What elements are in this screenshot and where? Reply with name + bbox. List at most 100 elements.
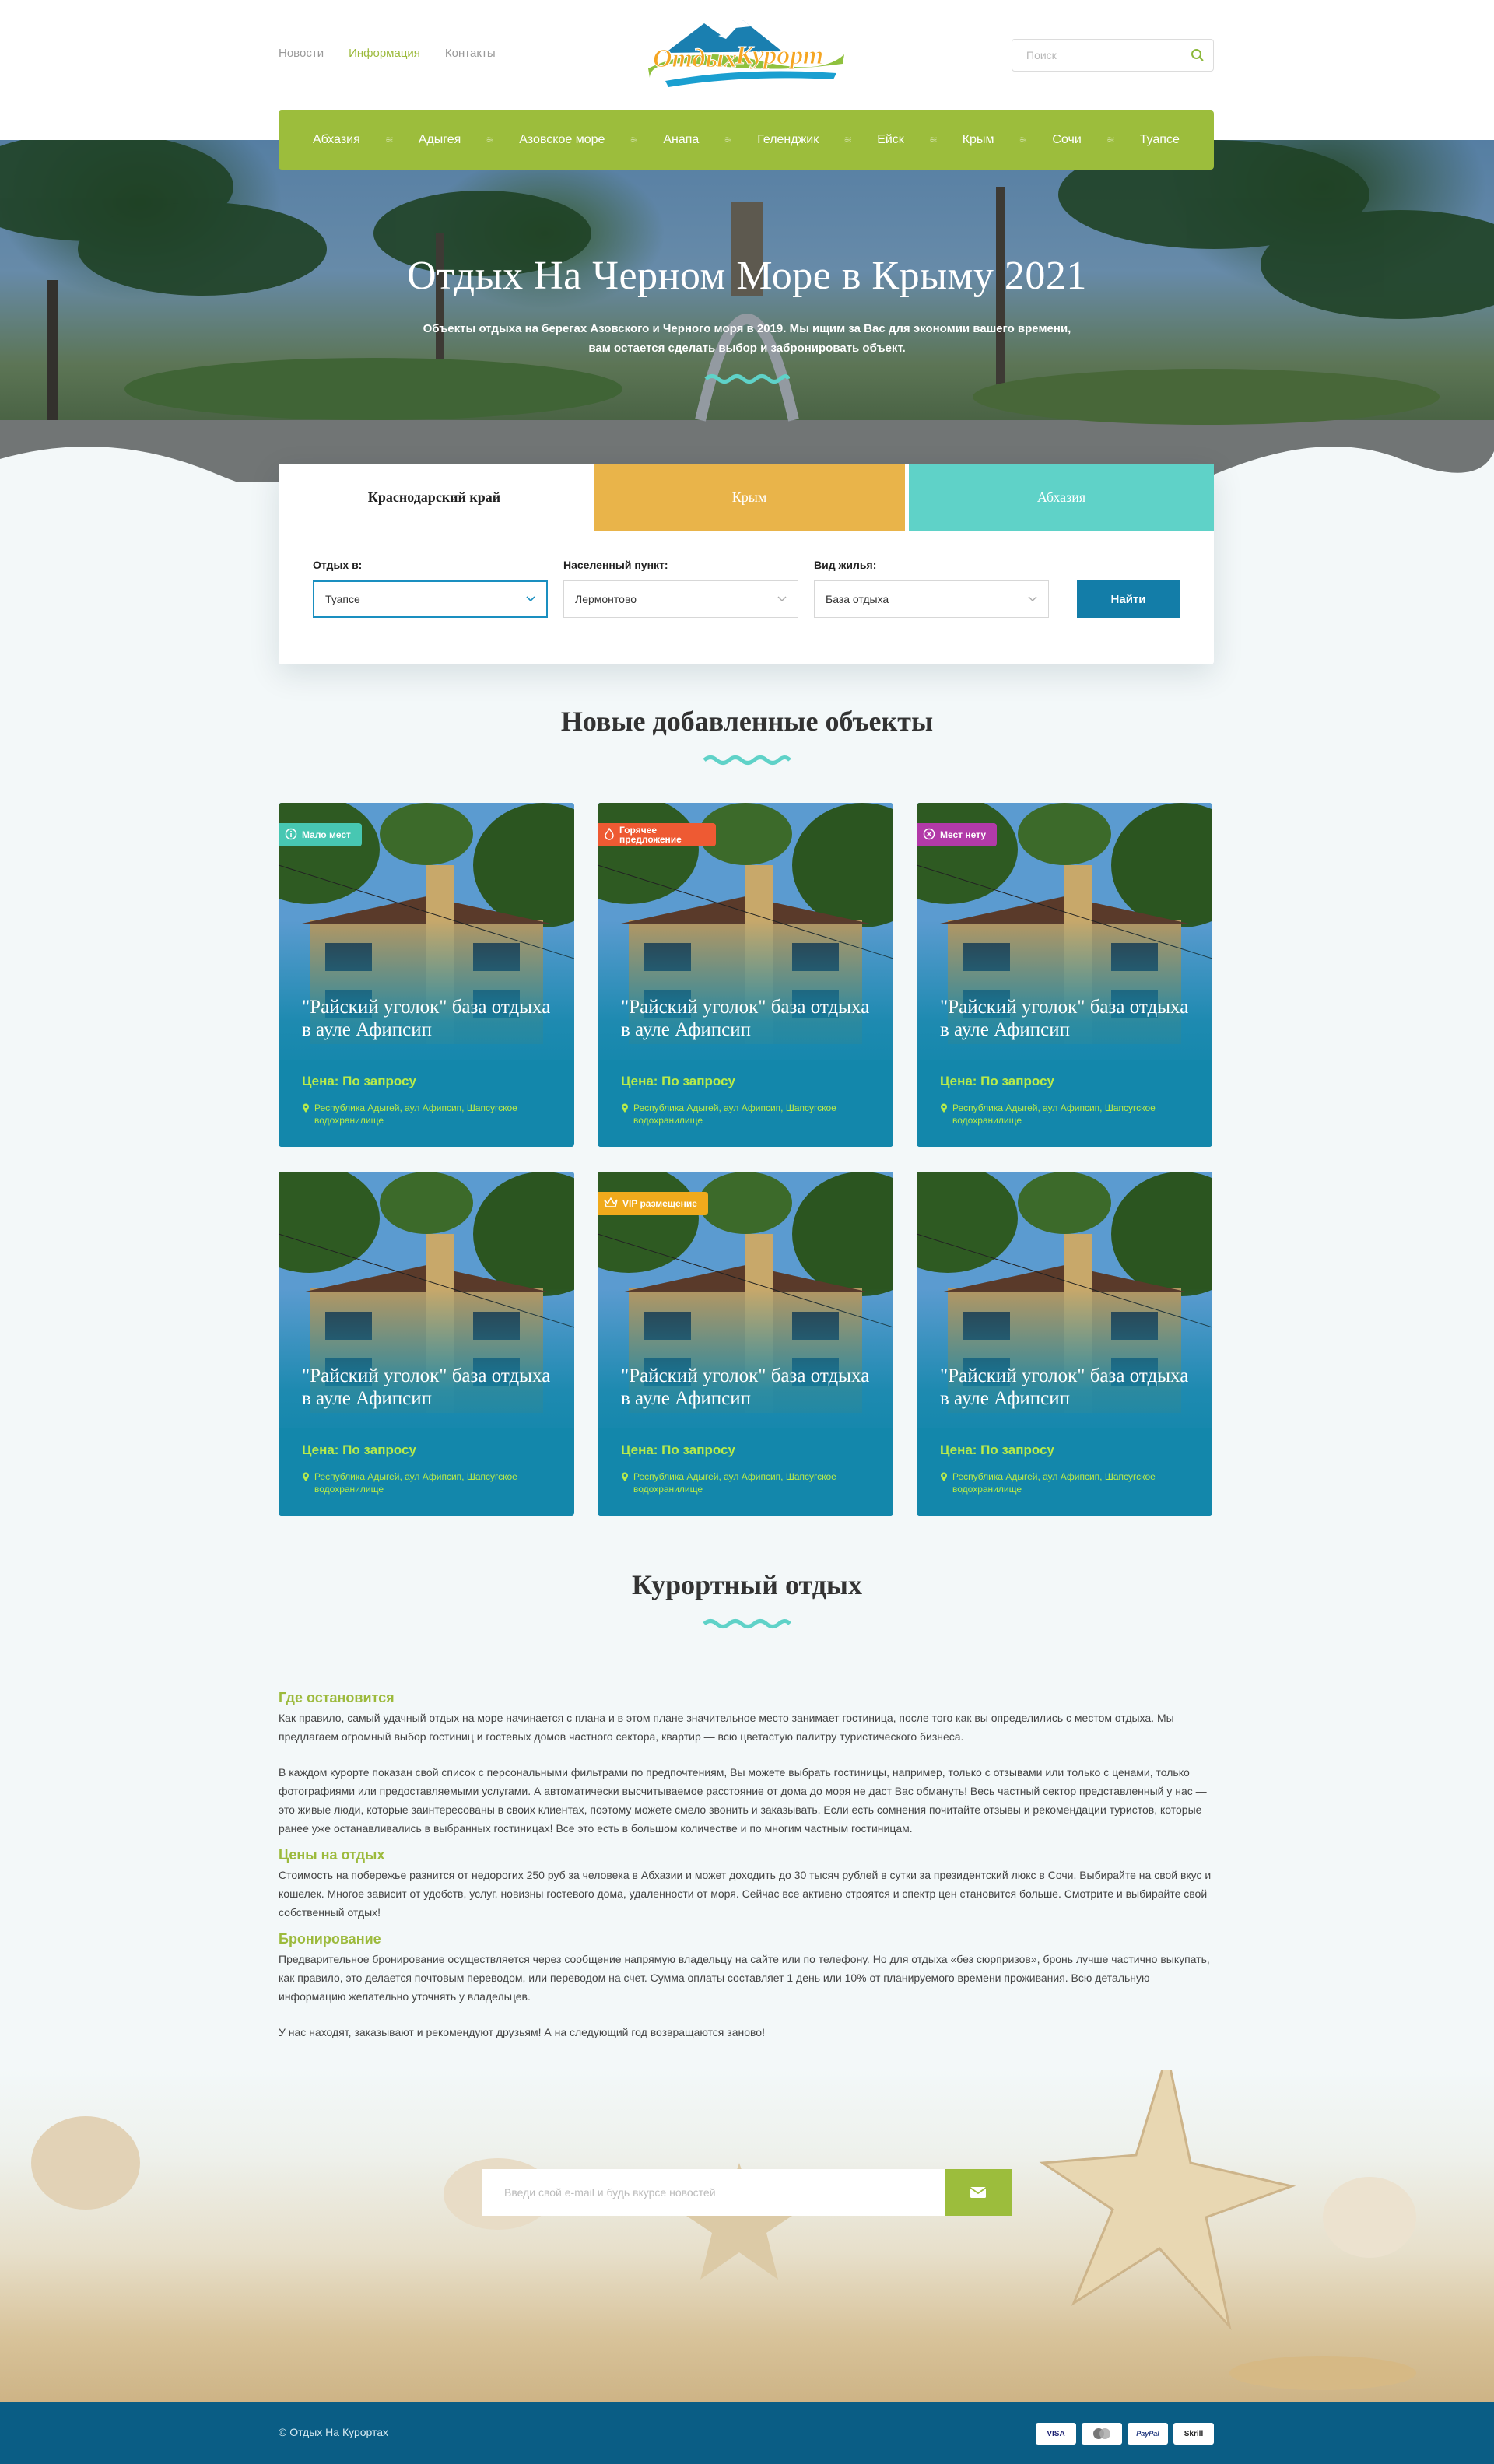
field-label: Вид жилья: — [814, 559, 877, 571]
subscribe-email-input[interactable] — [482, 2169, 945, 2216]
object-price: Цена: По запросу — [621, 1074, 735, 1088]
subscribe-form — [482, 2169, 1012, 2216]
search-form: Отдых в: Туапсе Населенный пункт: Лермон… — [279, 559, 1214, 618]
address-text: Республика Адыгей, аул Афипсип, Шапсугск… — [633, 1102, 836, 1126]
object-title[interactable]: "Райский уголок" база отдыха в ауле Афип… — [302, 996, 559, 1041]
object-title[interactable]: "Райский уголок" база отдыха в ауле Афип… — [940, 1365, 1197, 1410]
region-link[interactable]: Крым — [963, 133, 994, 147]
object-address: Республика Адыгей, аул Афипсип, Шапсугск… — [940, 1102, 1189, 1127]
object-price: Цена: По запросу — [302, 1074, 416, 1088]
wave-separator-icon: ≋ — [1106, 134, 1115, 145]
address-text: Республика Адыгей, аул Афипсип, Шапсугск… — [314, 1471, 517, 1495]
logo-graphic: Отдых Курорт — [648, 20, 844, 87]
field-label: Отдых в: — [313, 559, 363, 571]
region-link[interactable]: Сочи — [1052, 133, 1081, 147]
object-card[interactable]: Мест нету "Райский уголок" база отдыха в … — [917, 803, 1212, 1147]
object-card[interactable]: "Райский уголок" база отдыха в ауле Афип… — [917, 1172, 1212, 1516]
region-link[interactable]: Абхазия — [313, 133, 360, 147]
site-logo[interactable]: Отдых Курорт — [634, 14, 860, 100]
tab-crimea[interactable]: Крым — [594, 464, 905, 531]
section-heading: Где остановится — [279, 1690, 395, 1705]
wave-divider-icon — [703, 755, 791, 765]
paypal-icon: PayPal — [1128, 2423, 1168, 2445]
beach-background — [0, 2049, 1494, 2404]
chevron-down-icon — [1028, 596, 1037, 601]
tab-abkhazia[interactable]: Абхазия — [909, 464, 1214, 531]
region-link[interactable]: Ейск — [877, 133, 904, 147]
region-tabs: Краснодарский край Крым Абхазия — [279, 464, 1214, 531]
region-link[interactable]: Адыгея — [419, 133, 461, 147]
field-destination: Отдых в: Туапсе — [313, 559, 548, 618]
object-card[interactable]: Мало мест "Райский уголок" база отдыха в … — [279, 803, 574, 1147]
flame-icon — [604, 827, 615, 842]
field-locality: Населенный пункт: Лермонтово — [563, 559, 798, 618]
housing-select[interactable]: База отдыха — [814, 580, 1049, 618]
tab-krasnodar[interactable]: Краснодарский край — [279, 464, 590, 531]
search-panel: Краснодарский край Крым Абхазия Отдых в:… — [279, 464, 1214, 664]
address-text: Республика Адыгей, аул Афипсип, Шапсугск… — [314, 1102, 517, 1126]
object-card[interactable]: "Райский уголок" база отдыха в ауле Афип… — [279, 1172, 574, 1516]
visa-icon: VISA — [1036, 2423, 1076, 2445]
select-value: Лермонтово — [575, 593, 637, 605]
object-title[interactable]: "Райский уголок" база отдыха в ауле Афип… — [940, 996, 1197, 1041]
paragraph: В каждом курорте показан свой список с п… — [279, 1766, 1207, 1835]
subscribe-button[interactable] — [945, 2169, 1012, 2216]
status-badge: VIP размещение — [598, 1192, 708, 1215]
location-pin-icon — [622, 1472, 628, 1481]
object-address: Республика Адыгей, аул Афипсип, Шапсугск… — [621, 1470, 870, 1495]
top-nav: Новости Информация Контакты — [279, 47, 496, 60]
svg-text:Отдых: Отдых — [653, 44, 737, 73]
paragraph: Стоимость на побережье разнится от недор… — [279, 1869, 1212, 1919]
object-price: Цена: По запросу — [621, 1442, 735, 1457]
object-address: Республика Адыгей, аул Афипсип, Шапсугск… — [302, 1102, 551, 1127]
object-title[interactable]: "Райский уголок" база отдыха в ауле Афип… — [621, 1365, 878, 1410]
status-badge: Горячее предложение — [598, 823, 716, 846]
address-text: Республика Адыгей, аул Афипсип, Шапсугск… — [633, 1471, 836, 1495]
badge-label: Горячее предложение — [619, 825, 682, 845]
envelope-icon — [970, 2187, 987, 2198]
search-icon[interactable] — [1182, 40, 1213, 71]
nav-news[interactable]: Новости — [279, 47, 324, 60]
region-link[interactable]: Анапа — [663, 133, 699, 147]
crown-icon — [604, 1197, 618, 1210]
find-button[interactable]: Найти — [1077, 580, 1180, 618]
object-card[interactable]: VIP размещение "Райский уголок" база отды… — [598, 1172, 893, 1516]
select-value: База отдыха — [826, 593, 889, 605]
nav-info[interactable]: Информация — [349, 47, 420, 60]
payment-methods: VISA PayPal Skrill — [1036, 2423, 1214, 2445]
region-link[interactable]: Азовское море — [519, 133, 605, 147]
search-box — [1012, 39, 1214, 72]
status-badge: Мало мест — [279, 823, 362, 846]
object-title[interactable]: "Райский уголок" база отдыха в ауле Афип… — [621, 996, 878, 1041]
destination-select[interactable]: Туапсе — [313, 580, 548, 618]
chevron-down-icon — [526, 596, 535, 602]
address-text: Республика Адыгей, аул Афипсип, Шапсугск… — [952, 1471, 1156, 1495]
region-link[interactable]: Геленджик — [757, 133, 819, 147]
nav-contacts[interactable]: Контакты — [445, 47, 496, 60]
beach-illustration — [31, 2049, 1416, 2390]
object-price: Цена: По запросу — [302, 1442, 416, 1457]
select-value: Туапсе — [325, 593, 360, 605]
badge-label: Мало мест — [302, 829, 351, 840]
location-pin-icon — [303, 1472, 309, 1481]
locality-select[interactable]: Лермонтово — [563, 580, 798, 618]
wave-separator-icon: ≋ — [1019, 134, 1028, 145]
object-price: Цена: По запросу — [940, 1442, 1054, 1457]
svg-text:Курорт: Курорт — [735, 41, 823, 70]
wave-divider-icon — [703, 1619, 791, 1628]
wave-separator-icon: ≋ — [724, 134, 733, 145]
region-link[interactable]: Туапсе — [1140, 133, 1180, 147]
wave-separator-icon: ≋ — [486, 134, 495, 145]
object-card[interactable]: Горячее предложение "Райский уголок" база… — [598, 803, 893, 1147]
search-input[interactable] — [1012, 40, 1182, 71]
mastercard-icon — [1082, 2423, 1122, 2445]
badge-label: VIP размещение — [622, 1198, 697, 1209]
field-label: Населенный пункт: — [563, 559, 668, 571]
hero-title: Отдых На Черном Море в Крыму 2021 — [407, 254, 1087, 298]
object-title[interactable]: "Райский уголок" база отдыха в ауле Афип… — [302, 1365, 559, 1410]
wave-divider-icon — [704, 374, 790, 384]
paragraph: У нас находят, заказывают и рекомендуют … — [279, 2026, 765, 2038]
chevron-down-icon — [777, 596, 787, 601]
wave-separator-icon: ≋ — [843, 134, 853, 145]
new-objects-title: Новые добавленные объекты — [560, 706, 934, 737]
